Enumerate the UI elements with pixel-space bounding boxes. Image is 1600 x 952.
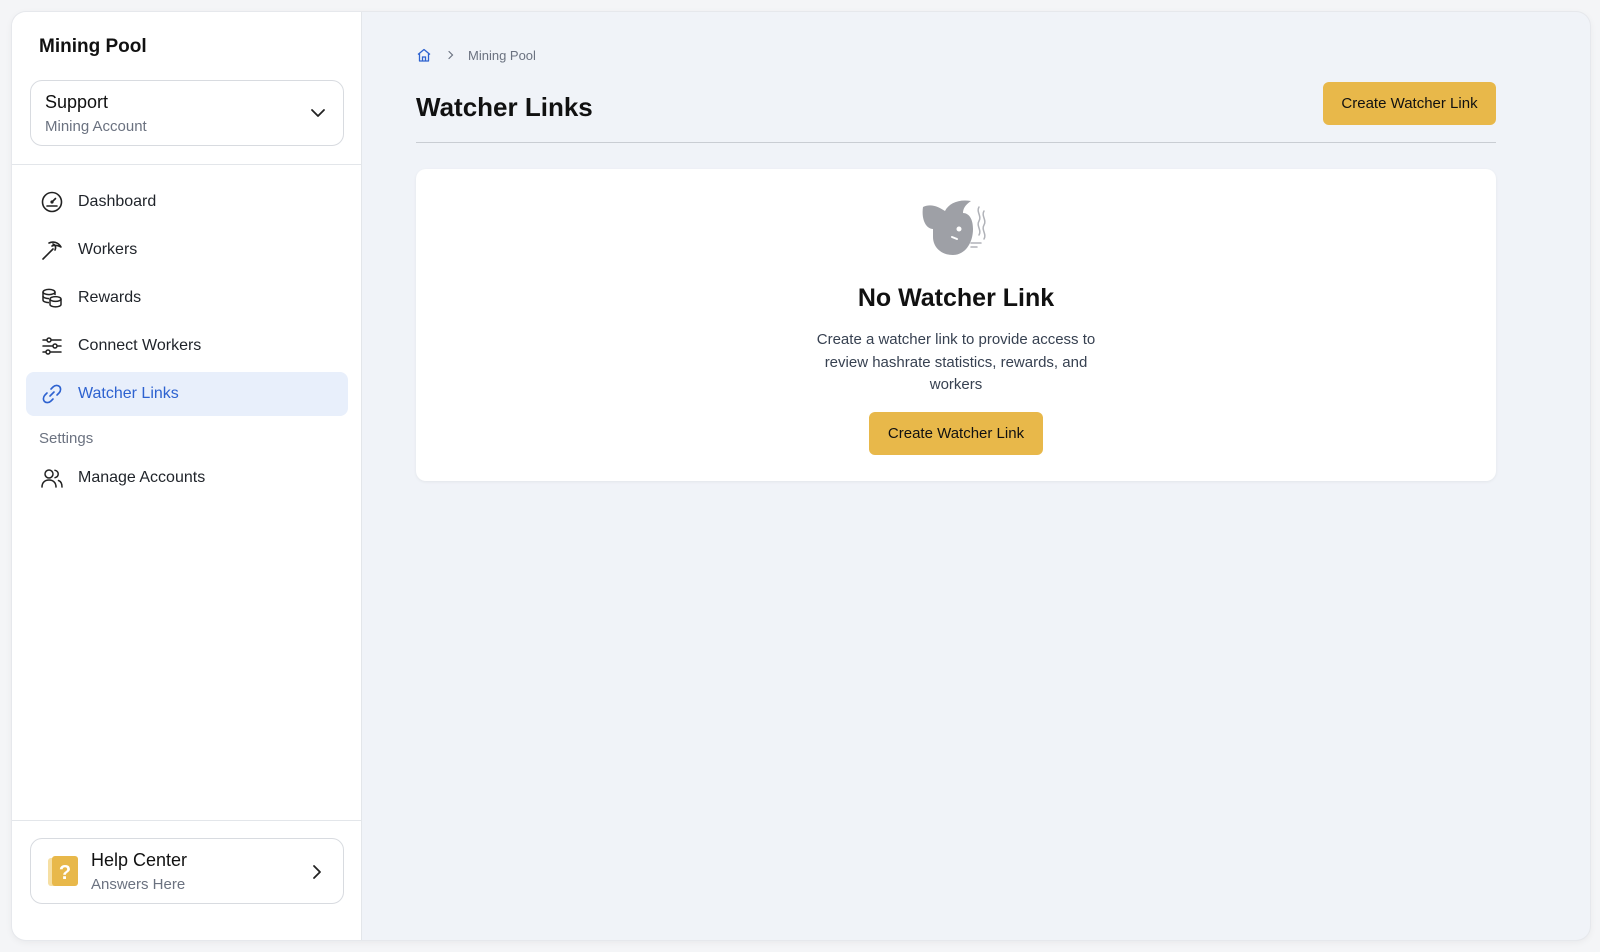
sidebar-divider xyxy=(12,164,361,165)
svg-text:?: ? xyxy=(59,862,71,884)
chevron-right-icon xyxy=(313,865,321,879)
gauge-icon xyxy=(40,190,64,214)
empty-state-title: No Watcher Link xyxy=(857,284,1055,312)
sidebar-divider xyxy=(12,820,361,821)
coins-icon xyxy=(40,286,64,310)
create-watcher-link-button[interactable]: Create Watcher Link xyxy=(1323,82,1496,125)
sidebar-item-label: Watcher Links xyxy=(78,385,179,402)
home-icon[interactable] xyxy=(416,47,432,63)
account-type: Mining Account xyxy=(45,118,147,135)
app-window: Mining Pool Support Mining Account Dashb… xyxy=(12,12,1590,940)
settings-nav: Manage Accounts xyxy=(26,456,348,504)
breadcrumb: Mining Pool xyxy=(416,47,536,63)
sliders-icon xyxy=(40,334,64,358)
watcher-bird-icon xyxy=(922,200,986,255)
help-book-icon: ? xyxy=(48,856,78,886)
page-title: Watcher Links xyxy=(416,92,593,122)
help-center-card[interactable]: ? Help Center Answers Here xyxy=(30,838,344,904)
link-icon xyxy=(40,382,64,406)
create-watcher-link-button[interactable]: Create Watcher Link xyxy=(869,412,1043,455)
pickaxe-icon xyxy=(40,238,64,262)
users-icon xyxy=(40,466,64,490)
sidebar: Mining Pool Support Mining Account Dashb… xyxy=(12,12,362,940)
sidebar-item-label: Connect Workers xyxy=(78,337,202,354)
sidebar-item-label: Workers xyxy=(78,241,138,258)
sidebar-item-rewards[interactable]: Rewards xyxy=(26,276,348,320)
settings-section-label: Settings xyxy=(39,430,94,447)
sidebar-item-dashboard[interactable]: Dashboard xyxy=(26,180,348,224)
account-name: Support xyxy=(45,92,109,112)
sidebar-nav: Dashboard Workers Rewards Connect Worker… xyxy=(26,180,348,420)
title-divider xyxy=(416,142,1496,143)
brand-title: Mining Pool xyxy=(39,36,147,57)
sidebar-item-workers[interactable]: Workers xyxy=(26,228,348,272)
sidebar-item-connect-workers[interactable]: Connect Workers xyxy=(26,324,348,368)
help-center-subtitle: Answers Here xyxy=(91,876,186,893)
sidebar-item-manage-accounts[interactable]: Manage Accounts xyxy=(26,456,348,500)
account-selector[interactable]: Support Mining Account xyxy=(30,80,344,146)
empty-state-description: Create a watcher link to provide access … xyxy=(816,331,1096,393)
sidebar-item-label: Rewards xyxy=(78,289,142,306)
main-content: Mining Pool Watcher Links Create Watcher… xyxy=(363,12,1590,940)
sidebar-item-label: Manage Accounts xyxy=(78,469,206,486)
sidebar-item-label: Dashboard xyxy=(78,193,157,210)
chevron-right-icon xyxy=(448,50,454,60)
empty-state-card: No Watcher Link Create a watcher link to… xyxy=(416,169,1496,481)
breadcrumb-current: Mining Pool xyxy=(468,47,536,63)
help-center-title: Help Center xyxy=(91,850,188,870)
sidebar-item-watcher-links[interactable]: Watcher Links xyxy=(26,372,348,416)
chevron-down-icon xyxy=(311,109,325,117)
